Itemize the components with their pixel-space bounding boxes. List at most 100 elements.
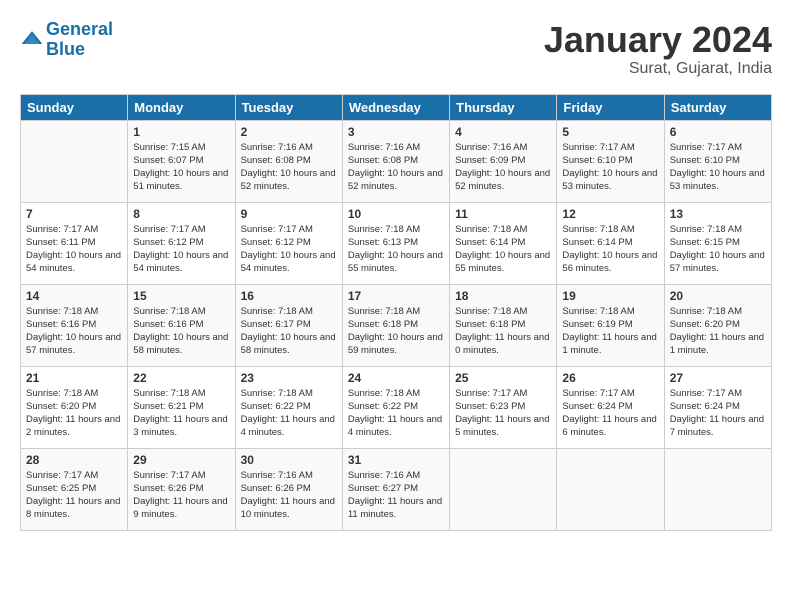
logo-text: General Blue: [46, 20, 113, 60]
day-cell: 19 Sunrise: 7:18 AMSunset: 6:19 PMDayligh…: [557, 284, 664, 366]
day-cell: 9Sunrise: 7:17 AMSunset: 6:12 PMDaylight…: [235, 202, 342, 284]
week-row-1: 1Sunrise: 7:15 AMSunset: 6:07 PMDaylight…: [21, 120, 772, 202]
day-cell: 2 Sunrise: 7:16 AMSunset: 6:08 PMDaylight…: [235, 120, 342, 202]
header: General Blue January 2024 Surat, Gujarat…: [20, 20, 772, 78]
day-cell: 3Sunrise: 7:16 AMSunset: 6:08 PMDaylight…: [342, 120, 449, 202]
day-number: 25: [455, 371, 551, 385]
day-number: 23: [241, 371, 337, 385]
day-info: Sunrise: 7:18 AMSunset: 6:18 PMDaylight:…: [455, 305, 551, 358]
day-info: Sunrise: 7:18 AMSunset: 6:16 PMDaylight:…: [133, 305, 229, 358]
day-number: 17: [348, 289, 444, 303]
week-row-2: 7Sunrise: 7:17 AMSunset: 6:11 PMDaylight…: [21, 202, 772, 284]
day-number: 4: [455, 125, 551, 139]
day-number: 2: [241, 125, 337, 139]
day-info: Sunrise: 7:17 AMSunset: 6:12 PMDaylight:…: [241, 223, 337, 276]
day-cell: 17 Sunrise: 7:18 AMSunset: 6:18 PMDayligh…: [342, 284, 449, 366]
calendar-table: SundayMondayTuesdayWednesdayThursdayFrid…: [20, 94, 772, 531]
day-number: 21: [26, 371, 122, 385]
day-number: 5: [562, 125, 658, 139]
day-cell: 29 Sunrise: 7:17 AMSunset: 6:26 PMDayligh…: [128, 448, 235, 530]
day-number: 11: [455, 207, 551, 221]
day-cell: 8Sunrise: 7:17 AMSunset: 6:12 PMDaylight…: [128, 202, 235, 284]
day-cell: [664, 448, 771, 530]
day-number: 15: [133, 289, 229, 303]
day-cell: 14Sunrise: 7:18 AMSunset: 6:16 PMDayligh…: [21, 284, 128, 366]
day-cell: 13 Sunrise: 7:18 AMSunset: 6:15 PMDayligh…: [664, 202, 771, 284]
day-number: 12: [562, 207, 658, 221]
day-cell: [450, 448, 557, 530]
column-header-saturday: Saturday: [664, 94, 771, 120]
day-cell: 4 Sunrise: 7:16 AMSunset: 6:09 PMDaylight…: [450, 120, 557, 202]
day-info: Sunrise: 7:18 AMSunset: 6:20 PMDaylight:…: [26, 387, 122, 440]
calendar-header-row: SundayMondayTuesdayWednesdayThursdayFrid…: [21, 94, 772, 120]
day-cell: 12Sunrise: 7:18 AMSunset: 6:14 PMDayligh…: [557, 202, 664, 284]
column-header-friday: Friday: [557, 94, 664, 120]
day-info: Sunrise: 7:18 AMSunset: 6:15 PMDaylight:…: [670, 223, 766, 276]
day-cell: 28 Sunrise: 7:17 AMSunset: 6:25 PMDayligh…: [21, 448, 128, 530]
day-info: Sunrise: 7:16 AMSunset: 6:08 PMDaylight:…: [348, 141, 444, 194]
day-number: 22: [133, 371, 229, 385]
calendar-title: January 2024: [544, 20, 772, 60]
day-info: Sunrise: 7:18 AMSunset: 6:14 PMDaylight:…: [455, 223, 551, 276]
column-header-sunday: Sunday: [21, 94, 128, 120]
day-cell: 27Sunrise: 7:17 AMSunset: 6:24 PMDayligh…: [664, 366, 771, 448]
day-number: 24: [348, 371, 444, 385]
day-cell: 30Sunrise: 7:16 AMSunset: 6:26 PMDayligh…: [235, 448, 342, 530]
day-cell: 6 Sunrise: 7:17 AMSunset: 6:10 PMDaylight…: [664, 120, 771, 202]
day-cell: 23 Sunrise: 7:18 AMSunset: 6:22 PMDayligh…: [235, 366, 342, 448]
day-info: Sunrise: 7:18 AMSunset: 6:13 PMDaylight:…: [348, 223, 444, 276]
day-info: Sunrise: 7:18 AMSunset: 6:18 PMDaylight:…: [348, 305, 444, 358]
day-number: 18: [455, 289, 551, 303]
day-info: Sunrise: 7:17 AMSunset: 6:25 PMDaylight:…: [26, 469, 122, 522]
day-cell: 25 Sunrise: 7:17 AMSunset: 6:23 PMDayligh…: [450, 366, 557, 448]
day-info: Sunrise: 7:17 AMSunset: 6:23 PMDaylight:…: [455, 387, 551, 440]
day-cell: 16 Sunrise: 7:18 AMSunset: 6:17 PMDayligh…: [235, 284, 342, 366]
day-number: 7: [26, 207, 122, 221]
day-info: Sunrise: 7:16 AMSunset: 6:27 PMDaylight:…: [348, 469, 444, 522]
day-number: 16: [241, 289, 337, 303]
day-number: 19: [562, 289, 658, 303]
day-number: 28: [26, 453, 122, 467]
week-row-5: 28 Sunrise: 7:17 AMSunset: 6:25 PMDayligh…: [21, 448, 772, 530]
week-row-3: 14Sunrise: 7:18 AMSunset: 6:16 PMDayligh…: [21, 284, 772, 366]
day-info: Sunrise: 7:17 AMSunset: 6:12 PMDaylight:…: [133, 223, 229, 276]
day-info: Sunrise: 7:18 AMSunset: 6:21 PMDaylight:…: [133, 387, 229, 440]
day-info: Sunrise: 7:16 AMSunset: 6:09 PMDaylight:…: [455, 141, 551, 194]
day-number: 31: [348, 453, 444, 467]
logo-icon: [20, 28, 44, 52]
day-cell: 15 Sunrise: 7:18 AMSunset: 6:16 PMDayligh…: [128, 284, 235, 366]
day-info: Sunrise: 7:15 AMSunset: 6:07 PMDaylight:…: [133, 141, 229, 194]
day-info: Sunrise: 7:17 AMSunset: 6:26 PMDaylight:…: [133, 469, 229, 522]
day-info: Sunrise: 7:16 AMSunset: 6:08 PMDaylight:…: [241, 141, 337, 194]
day-info: Sunrise: 7:17 AMSunset: 6:10 PMDaylight:…: [670, 141, 766, 194]
day-number: 13: [670, 207, 766, 221]
calendar-subtitle: Surat, Gujarat, India: [544, 60, 772, 78]
logo: General Blue: [20, 20, 113, 60]
day-cell: 18 Sunrise: 7:18 AMSunset: 6:18 PMDayligh…: [450, 284, 557, 366]
column-header-monday: Monday: [128, 94, 235, 120]
day-cell: [557, 448, 664, 530]
day-cell: 22 Sunrise: 7:18 AMSunset: 6:21 PMDayligh…: [128, 366, 235, 448]
day-number: 10: [348, 207, 444, 221]
day-number: 6: [670, 125, 766, 139]
column-header-tuesday: Tuesday: [235, 94, 342, 120]
day-info: Sunrise: 7:18 AMSunset: 6:20 PMDaylight:…: [670, 305, 766, 358]
day-info: Sunrise: 7:18 AMSunset: 6:19 PMDaylight:…: [562, 305, 658, 358]
day-info: Sunrise: 7:17 AMSunset: 6:24 PMDaylight:…: [562, 387, 658, 440]
day-cell: [21, 120, 128, 202]
day-cell: 5 Sunrise: 7:17 AMSunset: 6:10 PMDaylight…: [557, 120, 664, 202]
day-number: 26: [562, 371, 658, 385]
day-info: Sunrise: 7:18 AMSunset: 6:22 PMDaylight:…: [241, 387, 337, 440]
day-cell: 31 Sunrise: 7:16 AMSunset: 6:27 PMDayligh…: [342, 448, 449, 530]
day-info: Sunrise: 7:18 AMSunset: 6:17 PMDaylight:…: [241, 305, 337, 358]
column-header-thursday: Thursday: [450, 94, 557, 120]
day-info: Sunrise: 7:16 AMSunset: 6:26 PMDaylight:…: [241, 469, 337, 522]
day-info: Sunrise: 7:17 AMSunset: 6:10 PMDaylight:…: [562, 141, 658, 194]
day-info: Sunrise: 7:17 AMSunset: 6:24 PMDaylight:…: [670, 387, 766, 440]
day-number: 29: [133, 453, 229, 467]
day-info: Sunrise: 7:18 AMSunset: 6:16 PMDaylight:…: [26, 305, 122, 358]
day-cell: 7Sunrise: 7:17 AMSunset: 6:11 PMDaylight…: [21, 202, 128, 284]
day-cell: 11 Sunrise: 7:18 AMSunset: 6:14 PMDayligh…: [450, 202, 557, 284]
page: General Blue January 2024 Surat, Gujarat…: [0, 0, 792, 541]
day-info: Sunrise: 7:18 AMSunset: 6:22 PMDaylight:…: [348, 387, 444, 440]
